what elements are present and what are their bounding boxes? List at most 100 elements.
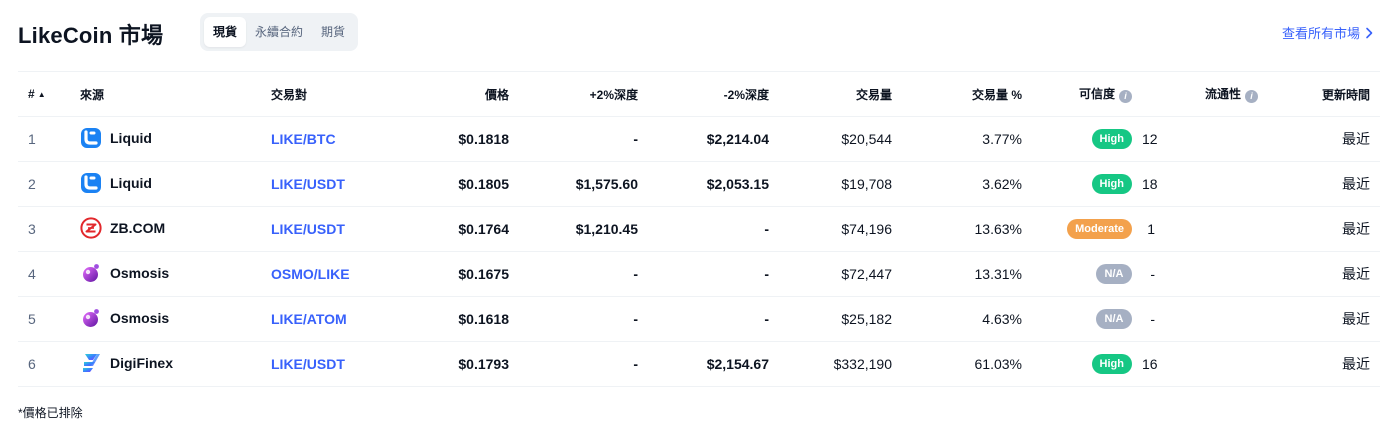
info-icon[interactable]: i — [1119, 90, 1132, 103]
liquidity-cell: 18 — [1142, 161, 1268, 207]
col-source-header[interactable]: 來源 — [80, 71, 271, 117]
confidence-badge-moderate: Moderate — [1067, 219, 1132, 239]
volume-pct-cell: 13.63% — [892, 206, 1022, 252]
confidence-badge-high: High — [1091, 129, 1132, 149]
table-row: 2 Liquid LIKE/USDT $0.1805 $1,575.60 $2,053.1… — [18, 161, 1380, 207]
tab-futures[interactable]: 期貨 — [312, 17, 354, 47]
source-cell: ZB.COM — [80, 206, 271, 252]
exchange-link[interactable]: Liquid — [80, 172, 152, 194]
updated-cell: 最近 — [1268, 161, 1380, 207]
depth-plus-cell: $1,575.60 — [509, 161, 638, 207]
table-header-row: # ▲ 來源 交易對 價格 +2%深度 -2%深度 交易量 交易量 % 可信度 i … — [18, 71, 1380, 117]
tab-spot[interactable]: 現貨 — [204, 17, 247, 47]
col-volume-pct-header[interactable]: 交易量 % — [892, 71, 1022, 117]
pair-link[interactable]: LIKE/BTC — [271, 131, 336, 147]
pair-cell: LIKE/USDT — [271, 206, 403, 252]
updated-cell: 最近 — [1268, 251, 1380, 297]
price-cell: $0.1675 — [403, 251, 509, 297]
chevron-right-icon — [1366, 27, 1373, 38]
depth-plus-cell: - — [509, 341, 638, 387]
market-type-tabs: 現貨 永續合約 期貨 — [200, 13, 359, 51]
sort-ascending-icon: ▲ — [37, 90, 46, 99]
rank-cell: 6 — [18, 341, 80, 387]
confidence-cell: N/A — [1022, 251, 1142, 297]
table-row: 3 ZB.COM LIKE/USDT $0.1764 $1,210.45- $74,196… — [18, 206, 1380, 252]
exchange-link[interactable]: ZB.COM — [80, 216, 165, 239]
info-icon[interactable]: i — [1245, 90, 1258, 103]
table-row: 4 Osmosis OSMO/LIKE $0.1675- - $72,447 13.31% N… — [18, 251, 1380, 297]
pair-cell: OSMO/LIKE — [271, 251, 403, 297]
rank-cell: 4 — [18, 251, 80, 297]
updated-cell: 最近 — [1268, 296, 1380, 342]
exchange-link[interactable]: Osmosis — [80, 262, 169, 284]
confidence-cell: High — [1022, 161, 1142, 207]
rank-cell: 5 — [18, 296, 80, 342]
volume-pct-cell: 3.62% — [892, 161, 1022, 207]
exchange-link[interactable]: Osmosis — [80, 307, 169, 329]
page-title: LikeCoin 市場 — [18, 23, 164, 48]
exchange-link[interactable]: Liquid — [80, 127, 152, 149]
depth-plus-cell: - — [509, 251, 638, 297]
depth-plus-cell: $1,210.45 — [509, 206, 638, 252]
osmosis-logo-icon — [80, 307, 102, 329]
market-header: LikeCoin 市場 現貨 永續合約 期貨 查看所有市場 — [18, 12, 1380, 52]
volume-pct-cell: 13.31% — [892, 251, 1022, 297]
volume-cell: $20,544 — [769, 116, 892, 162]
col-liquidity-header[interactable]: 流通性 i — [1142, 71, 1268, 117]
zb-logo-icon — [80, 216, 102, 239]
pair-link[interactable]: LIKE/USDT — [271, 176, 345, 192]
depth-plus-cell: - — [509, 116, 638, 162]
pair-cell: LIKE/BTC — [271, 116, 403, 162]
exchange-link[interactable]: DigiFinex — [80, 352, 173, 374]
source-cell: Osmosis — [80, 251, 271, 297]
source-cell: DigiFinex — [80, 341, 271, 387]
pair-link[interactable]: LIKE/ATOM — [271, 311, 347, 327]
depth-minus-cell: $2,154.67 — [638, 341, 769, 387]
view-all-markets-label: 查看所有市場 — [1281, 26, 1360, 41]
col-price-header[interactable]: 價格 — [403, 71, 509, 117]
col-volume-header[interactable]: 交易量 — [769, 71, 892, 117]
exchange-name: Liquid — [110, 174, 152, 191]
markets-table: # ▲ 來源 交易對 價格 +2%深度 -2%深度 交易量 交易量 % 可信度 i … — [18, 71, 1380, 387]
depth-plus-cell: - — [509, 296, 638, 342]
col-depth-minus-header[interactable]: -2%深度 — [638, 71, 769, 117]
pair-cell: LIKE/USDT — [271, 161, 403, 207]
source-cell: Osmosis — [80, 296, 271, 342]
pair-link[interactable]: OSMO/LIKE — [271, 266, 350, 282]
exchange-name: Osmosis — [110, 309, 170, 326]
price-cell: $0.1818 — [403, 116, 509, 162]
digifinex-logo-icon — [80, 352, 102, 374]
depth-minus-cell: $2,214.04 — [638, 116, 769, 162]
osmosis-logo-icon — [80, 262, 102, 284]
confidence-badge-na: N/A — [1096, 309, 1132, 329]
exchange-name: Liquid — [110, 129, 152, 146]
exchange-name: DigiFinex — [110, 354, 174, 371]
liquidity-cell: 12 — [1142, 116, 1268, 162]
table-row: 5 Osmosis LIKE/ATOM $0.1618- - $25,182 4.63% N/… — [18, 296, 1380, 342]
volume-cell: $72,447 — [769, 251, 892, 297]
pair-link[interactable]: LIKE/USDT — [271, 221, 345, 237]
pair-link[interactable]: LIKE/USDT — [271, 356, 345, 372]
pair-cell: LIKE/ATOM — [271, 296, 403, 342]
confidence-cell: N/A — [1022, 296, 1142, 342]
liquidity-cell: 1 — [1142, 206, 1268, 252]
depth-minus-cell: - — [638, 206, 769, 252]
confidence-badge-na: N/A — [1096, 264, 1132, 284]
depth-minus-cell: $2,053.15 — [638, 161, 769, 207]
col-updated-header[interactable]: 更新時間 — [1268, 71, 1380, 117]
price-cell: $0.1805 — [403, 161, 509, 207]
rank-cell: 2 — [18, 161, 80, 207]
liquid-logo-icon — [80, 127, 102, 149]
exchange-name: Osmosis — [110, 264, 170, 281]
rank-cell: 1 — [18, 116, 80, 162]
col-pair-header[interactable]: 交易對 — [271, 71, 403, 117]
volume-pct-cell: 4.63% — [892, 296, 1022, 342]
view-all-markets-link[interactable]: 查看所有市場 — [1282, 23, 1374, 42]
confidence-badge-high: High — [1091, 174, 1132, 194]
price-cell: $0.1793 — [403, 341, 509, 387]
col-depth-plus-header[interactable]: +2%深度 — [509, 71, 638, 117]
updated-cell: 最近 — [1268, 341, 1380, 387]
col-confidence-header[interactable]: 可信度 i — [1022, 71, 1142, 117]
tab-perpetual[interactable]: 永續合約 — [246, 17, 312, 47]
col-rank-header[interactable]: # ▲ — [18, 71, 80, 117]
